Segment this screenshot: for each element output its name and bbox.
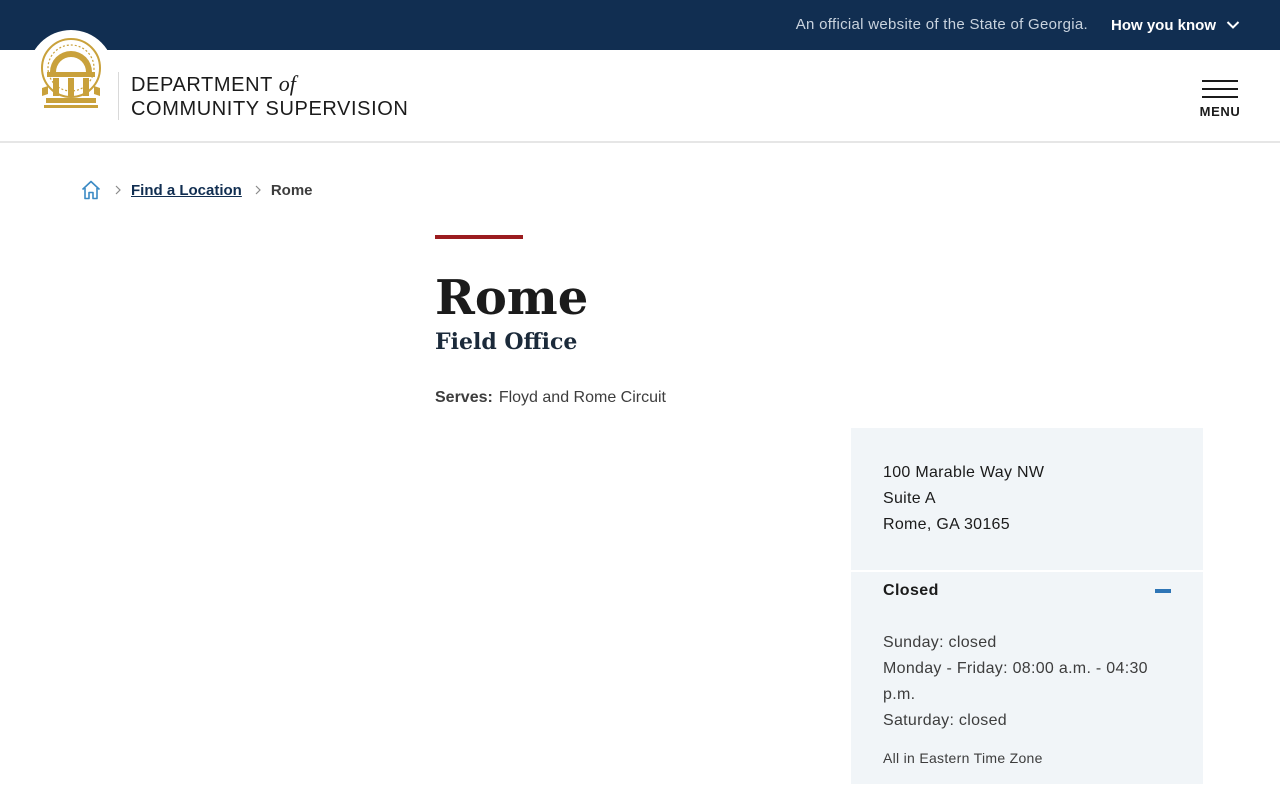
official-website-text: An official website of the State of Geor… <box>795 16 1088 33</box>
address-line2: Suite A <box>883 490 936 507</box>
breadcrumb-current: Rome <box>270 181 313 199</box>
how-you-know-toggle[interactable]: How you know <box>1111 14 1240 36</box>
hours-row: Saturday: closed <box>883 712 1007 729</box>
hours-collapse-button[interactable] <box>1153 583 1173 603</box>
page-title: Rome <box>435 270 589 326</box>
timezone-note: All in Eastern Time Zone <box>883 750 1043 766</box>
gov-banner: An official website of the State of Geor… <box>0 0 1280 50</box>
card-divider <box>851 570 1203 572</box>
home-icon[interactable] <box>80 179 102 201</box>
agency-name-of: of <box>278 71 296 96</box>
office-hours: Sunday: closed Monday - Friday: 08:00 a.… <box>883 630 1183 734</box>
menu-button[interactable]: MENU <box>1199 78 1241 122</box>
chevron-right-icon <box>255 185 261 195</box>
page-subtitle: Field Office <box>435 329 578 355</box>
site-header: DEPARTMENT of COMMUNITY SUPERVISION MENU <box>0 30 1280 143</box>
agency-name-line2: COMMUNITY SUPERVISION <box>131 98 409 120</box>
office-address: 100 Marable Way NW Suite A Rome, GA 3016… <box>883 460 1044 538</box>
breadcrumb-find-location[interactable]: Find a Location <box>131 182 242 199</box>
hours-row: Sunday: closed <box>883 634 997 651</box>
georgia-seal-icon <box>41 38 101 108</box>
chevron-right-icon <box>115 185 121 195</box>
location-info-card: 100 Marable Way NW Suite A Rome, GA 3016… <box>851 428 1203 784</box>
address-line3: Rome, GA 30165 <box>883 516 1010 533</box>
address-line1: 100 Marable Way NW <box>883 464 1045 481</box>
serves-label: Serves: <box>435 389 493 406</box>
header-divider <box>118 72 119 120</box>
serves-info: Serves: Floyd and Rome Circuit <box>435 388 666 408</box>
menu-label: MENU <box>1199 104 1241 119</box>
agency-name[interactable]: DEPARTMENT of COMMUNITY SUPERVISION <box>131 72 408 121</box>
breadcrumb: Find a Location Rome <box>80 178 313 202</box>
hours-row: Monday - Friday: 08:00 a.m. - 04:30 p.m. <box>883 660 1148 703</box>
chevron-down-icon <box>1226 21 1240 29</box>
how-you-know-label: How you know <box>1111 16 1216 34</box>
site-logo[interactable] <box>28 30 114 116</box>
open-status: Closed <box>883 582 939 599</box>
agency-name-line1: DEPARTMENT of <box>131 71 296 97</box>
minus-icon <box>1155 589 1171 593</box>
title-accent-rule <box>435 235 523 239</box>
serves-value: Floyd and Rome Circuit <box>498 389 666 406</box>
